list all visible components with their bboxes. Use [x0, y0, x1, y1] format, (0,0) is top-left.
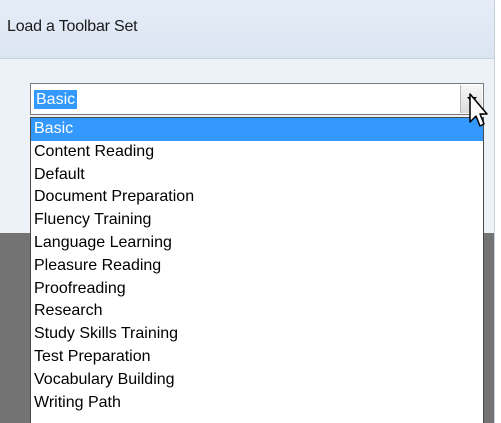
list-item[interactable]: Test Preparation	[31, 346, 483, 369]
list-item[interactable]: Basic	[31, 118, 483, 141]
combo-selected-value: Basic	[34, 90, 78, 109]
list-item[interactable]: Content Reading	[31, 141, 483, 164]
list-item[interactable]: Vocabulary Building	[31, 369, 483, 392]
mouse-cursor-icon	[469, 93, 488, 127]
list-item[interactable]: Language Learning	[31, 232, 483, 255]
load-toolbar-dialog: Load a Toolbar Set Basic Basic Content Re…	[0, 0, 495, 423]
list-item[interactable]: Study Skills Training	[31, 323, 483, 346]
dialog-title: Load a Toolbar Set	[7, 18, 138, 35]
toolbar-set-dropdown-list[interactable]: Basic Content Reading Default Document Prep…	[30, 117, 484, 423]
title-bar: Load a Toolbar Set	[0, 0, 494, 59]
list-item[interactable]: Fluency Training	[31, 209, 483, 232]
list-item[interactable]: Proofreading	[31, 278, 483, 301]
list-item[interactable]: Default	[31, 164, 483, 187]
list-item[interactable]: Research	[31, 300, 483, 323]
list-item[interactable]: Document Preparation	[31, 186, 483, 209]
toolbar-set-combobox[interactable]: Basic	[30, 83, 484, 115]
list-item[interactable]: Writing Path	[31, 392, 483, 415]
list-item[interactable]: Pleasure Reading	[31, 255, 483, 278]
